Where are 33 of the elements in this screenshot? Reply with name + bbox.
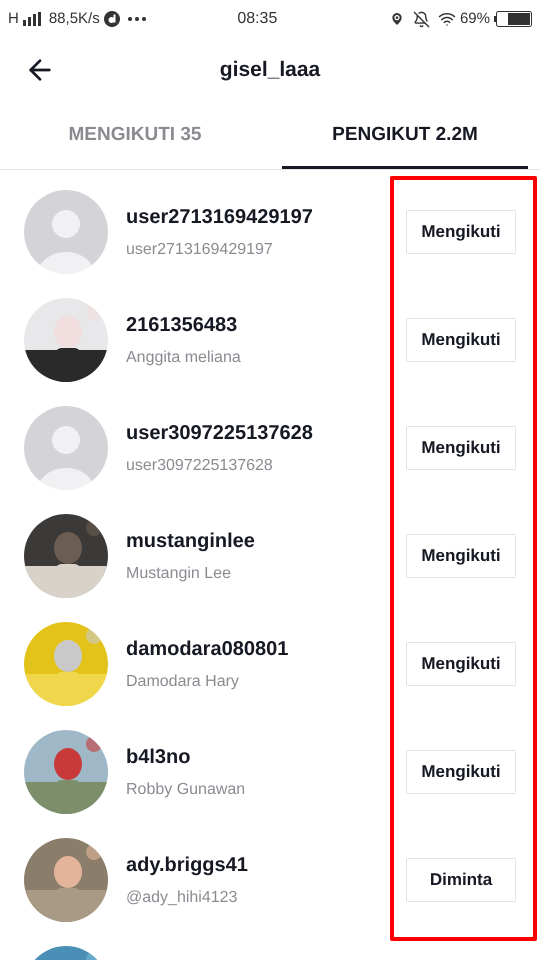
display-name: user3097225137628: [126, 456, 274, 476]
username: user2713169429197: [126, 205, 314, 230]
muted-bell-icon: [412, 10, 430, 28]
username: mustanginlee: [126, 529, 256, 554]
follow-status-button[interactable]: Mengikuti: [406, 318, 516, 362]
display-name: Damodara Hary: [126, 672, 240, 692]
display-name: Anggita meliana: [126, 348, 242, 368]
follow-status-button[interactable]: Mengikuti: [406, 534, 516, 578]
page-title: gisel_laaa: [220, 57, 320, 84]
display-name: user2713169429197: [126, 240, 274, 260]
clock: 08:35: [237, 9, 278, 29]
display-name: Robby Gunawan: [126, 780, 246, 800]
username: 2161356483: [126, 313, 238, 338]
username: user3097225137628: [126, 421, 314, 446]
network-speed: 88,5K/s: [48, 8, 100, 29]
tab[interactable]: PENGIKUT 2.2M: [282, 102, 528, 169]
follow-status-button[interactable]: Mengikuti: [406, 426, 516, 470]
network-type: H: [8, 8, 19, 29]
battery-icon: [494, 11, 532, 27]
wifi-icon: [438, 10, 456, 28]
follow-status-button[interactable]: Mengikuti: [406, 642, 516, 686]
display-name: Mustangin Lee: [126, 564, 232, 584]
signal-icon: [22, 12, 41, 26]
display-name: @ady_hihi4123: [126, 888, 238, 908]
more-icon: [128, 17, 146, 21]
app-notification-icon: [104, 11, 120, 27]
follow-status-button[interactable]: Mengikuti: [406, 750, 516, 794]
username: ady.briggs41: [126, 853, 249, 878]
username: damodara080801: [126, 637, 290, 662]
username: b4l3no: [126, 745, 192, 770]
follow-status-button[interactable]: Mengikuti: [406, 210, 516, 254]
follow-status-button[interactable]: Diminta: [406, 858, 516, 902]
battery-percent: 69%: [460, 8, 490, 29]
